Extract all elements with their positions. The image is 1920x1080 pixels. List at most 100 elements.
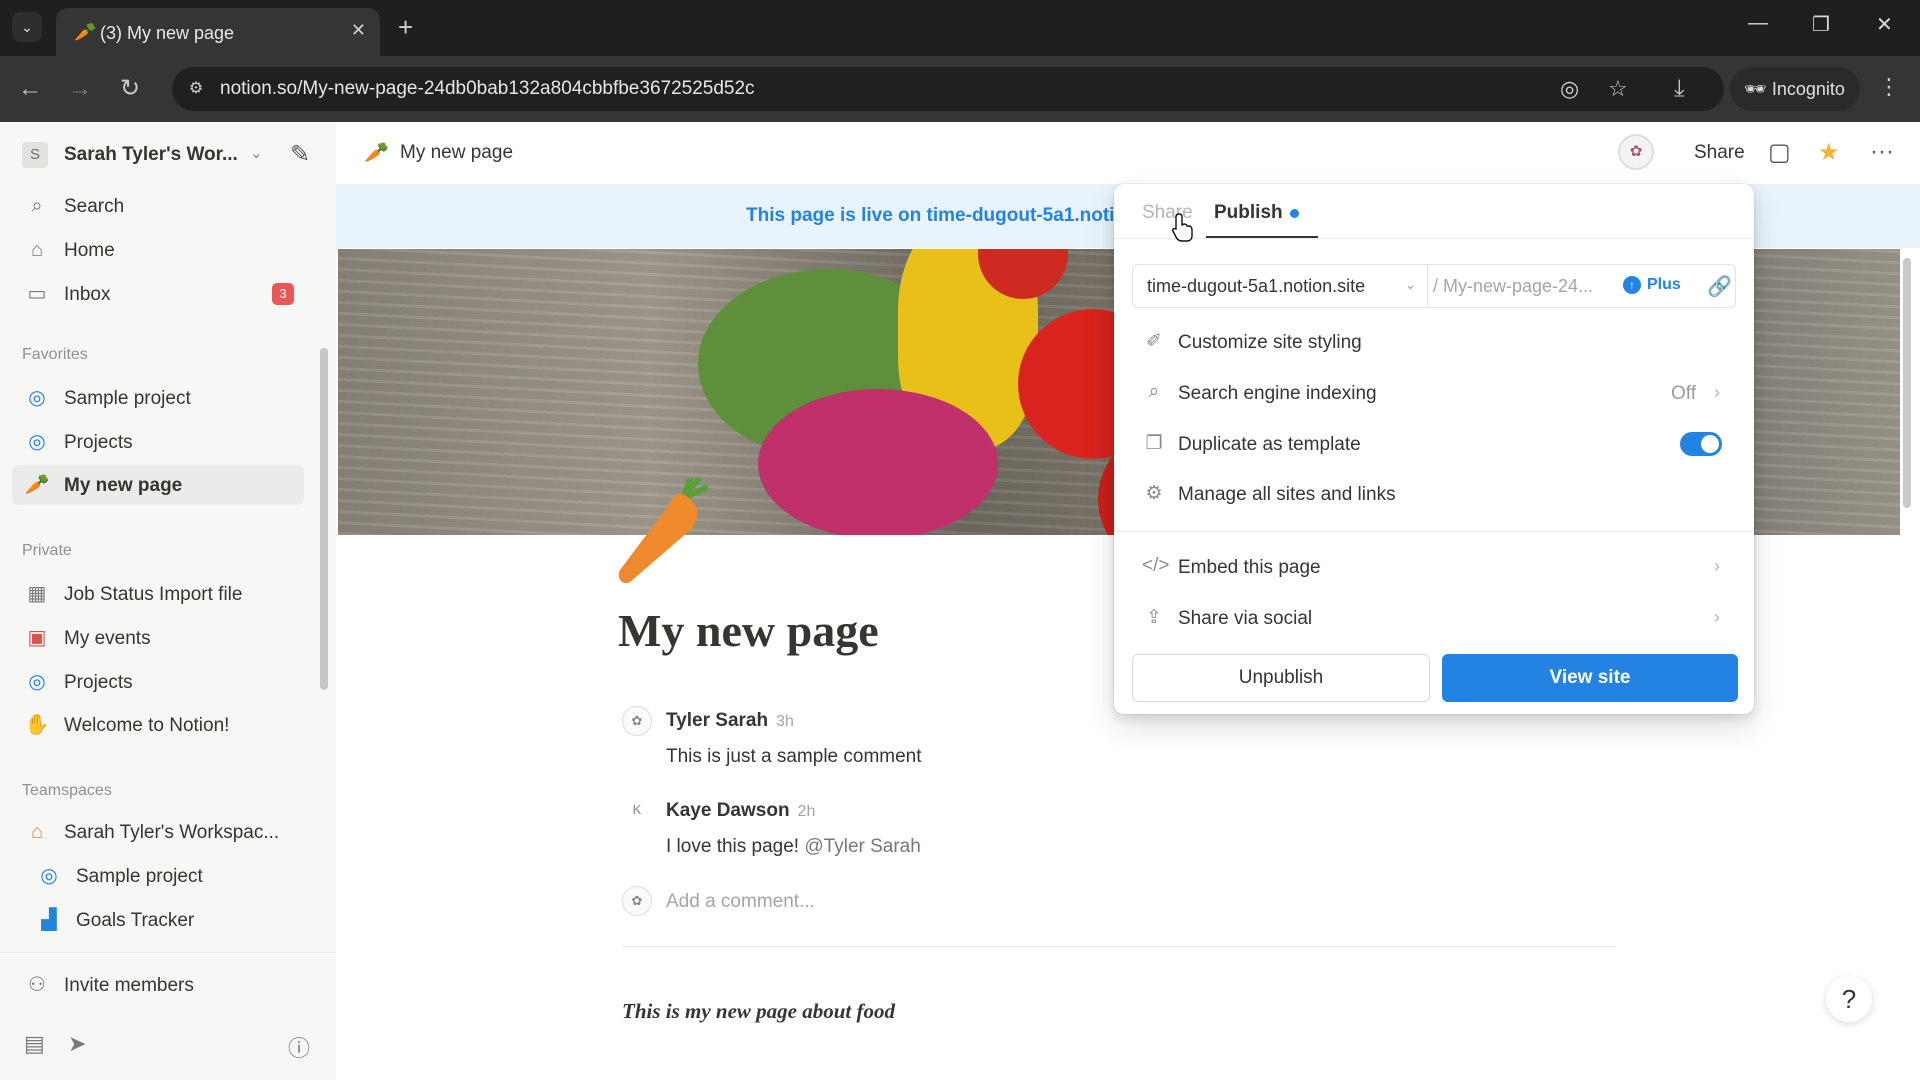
sidebar-item-my-new-page[interactable]: 🥕 My new page (12, 465, 304, 505)
carrot-icon: 🥕 (364, 142, 389, 164)
add-comment-input[interactable]: Add a comment... (666, 891, 815, 913)
download-icon[interactable]: ⤓ (1674, 74, 1685, 104)
unpublish-button[interactable]: Unpublish (1132, 654, 1430, 702)
tab-title: (3) My new page (100, 23, 235, 43)
sidebar-item-job-status[interactable]: ▦ Job Status Import file (12, 574, 304, 614)
row-label: Share via social (1178, 608, 1313, 629)
comments-icon[interactable]: ▢ (1768, 138, 1791, 167)
plus-upgrade-badge[interactable]: ↑ Plus (1623, 276, 1681, 294)
sidebar-item-label: Projects (64, 432, 133, 453)
browser-tab-strip: ⌄ 🥕 (3) My new page ✕ + — ❐ ✕ (0, 0, 1920, 56)
address-bar[interactable]: ⚙ notion.so/My-new-page-24db0bab132a804c… (172, 67, 1724, 111)
sidebar-item-sample-project[interactable]: ◎ Sample project (12, 378, 304, 418)
copy-link-icon[interactable]: 🔗 (1707, 274, 1732, 299)
comment-time: 3h (776, 713, 794, 730)
embed-page-row[interactable]: </> Embed this page › (1142, 547, 1726, 587)
comment-author-name: Kaye Dawson (666, 800, 790, 821)
templates-icon[interactable]: ▤ (24, 1031, 45, 1057)
site-info-icon[interactable]: ⚙ (184, 77, 208, 101)
sidebar-item-projects-private[interactable]: ◎ Projects (12, 662, 304, 702)
invite-members-button[interactable]: ⚇ Invite members (12, 965, 304, 1005)
share-button[interactable]: Share (1694, 142, 1745, 164)
breadcrumb[interactable]: My new page (400, 142, 513, 164)
sidebar-item-label: Job Status Import file (64, 584, 243, 605)
carrot-icon: 🥕 (24, 474, 50, 496)
browser-tab[interactable]: 🥕 (3) My new page ✕ (56, 8, 380, 56)
publish-status-dot (1290, 209, 1299, 218)
new-tab-icon[interactable]: + (398, 12, 413, 42)
more-options-icon[interactable]: ··· (1870, 138, 1894, 166)
divider (1114, 238, 1754, 239)
site-url-field[interactable]: time-dugout-5a1.notion.site ⌄ / My-new-p… (1132, 264, 1736, 308)
sidebar-item-my-events[interactable]: ▣ My events (12, 618, 304, 658)
code-icon: </> (1142, 555, 1170, 576)
incognito-indicator[interactable]: 🕶 Incognito (1730, 67, 1860, 111)
mention-link[interactable]: @Tyler Sarah (804, 836, 920, 857)
page-body-text[interactable]: This is my new page about food (622, 999, 895, 1024)
project-icon: ◎ (28, 671, 46, 693)
search-engine-indexing-row[interactable]: ⌕ Search engine indexing Off › (1142, 373, 1726, 413)
duplicate-template-toggle[interactable] (1680, 432, 1722, 456)
chevron-right-icon: › (1714, 382, 1720, 402)
sidebar-item-team-sample-project[interactable]: ◎ Sample project (24, 856, 316, 896)
window-close-icon[interactable]: ✕ (1876, 12, 1893, 37)
view-site-button[interactable]: View site (1442, 654, 1738, 702)
minimize-icon[interactable]: — (1748, 12, 1768, 35)
teamspaces-heading[interactable]: Teamspaces (22, 782, 112, 800)
tracking-protection-icon[interactable]: ◎ (1560, 76, 1579, 102)
page-scrollbar[interactable] (1903, 258, 1911, 508)
reload-icon[interactable]: ↻ (120, 74, 140, 104)
comment-author: Tyler Sarah 3h (666, 710, 794, 732)
url-text: notion.so/My-new-page-24db0bab132a804cbb… (220, 78, 755, 99)
bookmark-star-icon[interactable]: ☆ (1608, 76, 1628, 102)
sidebar-item-goals-tracker[interactable]: ▟ Goals Tracker (24, 900, 316, 940)
favorites-heading[interactable]: Favorites (22, 346, 88, 364)
share-via-social-row[interactable]: ⇪ Share via social › (1142, 598, 1726, 638)
tab-search-icon[interactable]: ⌄ (12, 12, 42, 42)
sidebar-item-label: Home (64, 240, 115, 261)
private-heading[interactable]: Private (22, 542, 72, 560)
restore-icon[interactable]: ❐ (1812, 12, 1830, 37)
site-domain-select[interactable]: time-dugout-5a1.notion.site (1147, 276, 1365, 297)
comment-author-name: Tyler Sarah (666, 710, 769, 731)
sidebar-scrollbar[interactable] (320, 348, 328, 690)
live-page-banner-text[interactable]: This page is live on time-dugout-5a1.not… (746, 205, 1126, 227)
project-icon: ◎ (40, 865, 58, 887)
site-path-input[interactable]: / My-new-page-24... (1433, 276, 1593, 297)
sidebar-item-inbox[interactable]: ▭ Inbox 3 (12, 274, 304, 314)
page-carrot-icon[interactable] (616, 478, 708, 588)
send-icon[interactable]: ➤ (68, 1031, 86, 1057)
sidebar-item-label: My events (64, 628, 151, 649)
carrot-favicon-icon: 🥕 (74, 22, 97, 42)
hand-cursor-icon (1172, 213, 1193, 242)
sidebar-item-teamspace[interactable]: ⌂ Sarah Tyler's Workspac... (12, 812, 304, 852)
help-button[interactable]: ? (1826, 976, 1872, 1022)
browser-menu-icon[interactable]: ⋮ (1878, 74, 1900, 100)
gear-icon: ⚙ (1145, 483, 1163, 504)
page-title[interactable]: My new page (618, 604, 879, 657)
paint-icon: ✐ (1146, 331, 1162, 352)
new-page-icon[interactable]: ✎ (290, 140, 310, 169)
sidebar-item-label: Inbox (64, 284, 111, 305)
close-tab-icon[interactable]: ✕ (351, 20, 366, 41)
duplicate-as-template-row: ❐ Duplicate as template (1142, 424, 1726, 464)
workspace-switcher[interactable]: S Sarah Tyler's Wor... ⌄ ✎ (22, 140, 322, 170)
forward-icon[interactable]: → (68, 74, 92, 104)
tab-publish[interactable]: Publish (1214, 202, 1283, 224)
sidebar-item-home[interactable]: ⌂ Home (12, 230, 304, 270)
back-icon[interactable]: ← (18, 74, 42, 104)
chevron-down-icon[interactable]: ⌄ (1405, 277, 1416, 293)
manage-sites-row[interactable]: ⚙ Manage all sites and links (1142, 474, 1726, 514)
sidebar-item-label: Goals Tracker (76, 910, 195, 931)
customize-site-styling-row[interactable]: ✐ Customize site styling (1142, 322, 1726, 362)
sidebar-item-welcome[interactable]: ✋ Welcome to Notion! (12, 705, 304, 745)
chevron-down-icon[interactable]: ⌄ (250, 144, 263, 162)
sidebar-item-label: Search (64, 196, 125, 217)
comment-text: This is just a sample comment (666, 746, 922, 767)
avatar[interactable]: ✿ (1618, 134, 1654, 170)
sidebar-item-projects[interactable]: ◎ Projects (12, 422, 304, 462)
inbox-count-badge: 3 (272, 283, 294, 305)
help-icon[interactable]: ⓘ (288, 1031, 310, 1063)
favorite-star-icon[interactable]: ★ (1818, 138, 1840, 167)
sidebar-item-search[interactable]: ⌕ Search (12, 186, 304, 226)
